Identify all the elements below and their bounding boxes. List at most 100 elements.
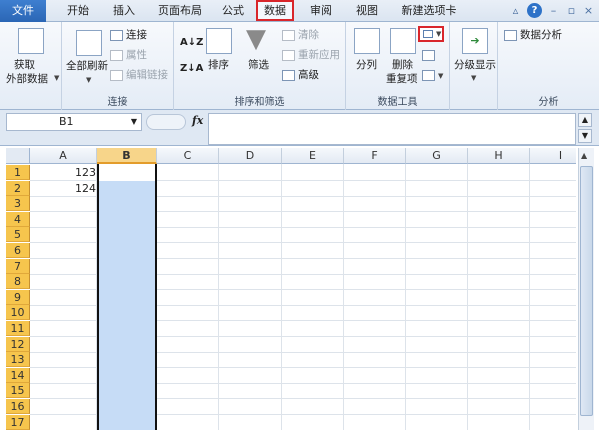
edit-links-label: 编辑链接 — [126, 69, 168, 81]
vertical-scrollbar[interactable]: ▲ — [578, 148, 594, 430]
tab-formulas[interactable]: 公式 — [214, 0, 252, 22]
refresh-all-button[interactable]: 全部刷新 — [66, 59, 108, 73]
selected-column-b[interactable] — [97, 164, 157, 430]
analysis-group-label: 分析 — [538, 97, 559, 108]
column-header-h[interactable]: H — [468, 148, 530, 164]
data-analysis-icon — [504, 29, 517, 41]
remove-duplicates-icon — [390, 28, 416, 54]
group-sort-filter: A↓Z Z↓A 排序 ▼ 筛选 清除 重新应用 高级 排序和筛选 — [174, 22, 346, 110]
column-header-i[interactable]: I — [530, 148, 576, 164]
row-header-3[interactable]: 3 — [6, 196, 30, 212]
minimize-ribbon-icon[interactable]: ▵ — [508, 3, 523, 18]
properties-icon — [110, 49, 123, 61]
worksheet-grid[interactable]: ABCDEFGHI 1 2 3 4 5 6 7 8 9 10 11 12 13 14 15 16 17 123 … — [6, 148, 576, 430]
row-header-11[interactable]: 11 — [6, 321, 30, 336]
row-header-1[interactable]: 1 — [6, 165, 30, 180]
column-header-a[interactable]: A — [30, 148, 97, 164]
column-header-f[interactable]: F — [344, 148, 406, 164]
formula-input[interactable] — [208, 113, 576, 145]
column-header-g[interactable]: G — [406, 148, 468, 164]
formula-scroll-up-icon[interactable]: ▲ — [578, 113, 592, 127]
sort-button[interactable]: 排序 — [208, 58, 229, 72]
outline-icon: ➔ — [462, 28, 488, 54]
row-header-10[interactable]: 10 — [6, 305, 30, 321]
advanced-label: 高级 — [298, 69, 319, 81]
filter-button[interactable]: 筛选 — [248, 58, 269, 72]
select-all-corner[interactable] — [6, 148, 30, 164]
what-if-button[interactable]: ▼ — [422, 68, 443, 83]
remove-duplicates-label-1[interactable]: 删除 — [392, 58, 413, 72]
remove-duplicates-label-2[interactable]: 重复项 — [386, 72, 418, 86]
insert-function-icon[interactable]: fx — [192, 114, 203, 127]
gridline-vertical — [343, 164, 344, 430]
row-header-14[interactable]: 14 — [6, 367, 30, 383]
text-to-columns-button[interactable]: 分列 — [356, 58, 377, 72]
row-header-12[interactable]: 12 — [6, 336, 30, 352]
clear-label: 清除 — [298, 29, 319, 41]
window-minimize-icon[interactable]: – — [546, 3, 561, 18]
row-header-9[interactable]: 9 — [6, 289, 30, 305]
data-validation-button[interactable]: ▼ — [418, 26, 444, 42]
tab-review[interactable]: 审阅 — [302, 0, 340, 22]
column-header-c[interactable]: C — [157, 148, 219, 164]
reapply-button[interactable]: 重新应用 — [282, 48, 340, 62]
row-header-4[interactable]: 4 — [6, 211, 30, 227]
tab-file[interactable]: 文件 — [0, 0, 46, 22]
scrollbar-thumb[interactable] — [580, 166, 593, 416]
clear-button[interactable]: 清除 — [282, 28, 319, 42]
connections-label: 连接 — [126, 29, 147, 41]
properties-button[interactable]: 属性 — [110, 48, 147, 62]
chevron-down-icon[interactable]: ▼ — [471, 74, 476, 82]
tab-insert[interactable]: 插入 — [104, 0, 144, 22]
edit-links-icon — [110, 69, 123, 81]
row-header-13[interactable]: 13 — [6, 352, 30, 368]
column-header-d[interactable]: D — [219, 148, 282, 164]
outline-button[interactable]: 分级显示 — [454, 58, 496, 72]
window-restore-icon[interactable]: ▫ — [564, 3, 579, 18]
properties-label: 属性 — [126, 49, 147, 61]
tab-data[interactable]: 数据 — [256, 0, 294, 21]
advanced-filter-button[interactable]: 高级 — [282, 68, 319, 82]
help-icon[interactable]: ? — [527, 3, 542, 18]
row-header-16[interactable]: 16 — [6, 399, 30, 414]
row-header-17[interactable]: 17 — [6, 414, 30, 430]
get-external-label-1[interactable]: 获取 — [14, 58, 35, 72]
gridline-vertical — [405, 164, 406, 430]
data-analysis-button[interactable]: 数据分析 — [504, 28, 562, 42]
chevron-down-icon[interactable]: ▼ — [86, 76, 91, 84]
consolidate-button[interactable] — [422, 48, 438, 62]
active-cell-b1[interactable] — [99, 164, 155, 181]
group-get-external-data: 获取 外部数据 ▼ — [0, 22, 62, 110]
data-validation-icon — [423, 30, 433, 38]
row-header-2[interactable]: 2 — [6, 180, 30, 196]
tab-view[interactable]: 视图 — [348, 0, 386, 22]
row-header-5[interactable]: 5 — [6, 227, 30, 243]
formula-scroll-down-icon[interactable]: ▼ — [578, 129, 592, 143]
sort-descending-icon[interactable]: Z↓A — [180, 62, 203, 76]
data-analysis-label: 数据分析 — [520, 29, 562, 41]
column-header-e[interactable]: E — [282, 148, 344, 164]
tab-page-layout[interactable]: 页面布局 — [150, 0, 210, 22]
gridline-vertical — [467, 164, 468, 430]
formula-bar-expand-handle[interactable] — [146, 114, 186, 130]
scroll-up-icon[interactable]: ▲ — [581, 151, 587, 160]
tab-home[interactable]: 开始 — [58, 0, 98, 22]
row-header-6[interactable]: 6 — [6, 243, 30, 258]
cell-a1[interactable]: 123 — [36, 165, 96, 180]
row-header-7[interactable]: 7 — [6, 258, 30, 274]
filter-funnel-icon: ▼ — [246, 24, 266, 54]
reapply-label: 重新应用 — [298, 49, 340, 61]
window-close-icon[interactable]: × — [581, 3, 596, 18]
column-header-b[interactable]: B — [97, 148, 157, 164]
connections-button[interactable]: 连接 — [110, 28, 147, 42]
name-box[interactable]: B1 ▼ — [6, 113, 142, 131]
chevron-down-icon[interactable]: ▼ — [131, 114, 137, 130]
row-header-8[interactable]: 8 — [6, 274, 30, 290]
get-external-label-2[interactable]: 外部数据 — [6, 72, 48, 86]
row-header-15[interactable]: 15 — [6, 383, 30, 399]
chevron-down-icon[interactable]: ▼ — [54, 74, 59, 82]
sort-ascending-icon[interactable]: A↓Z — [180, 36, 203, 50]
cell-a2[interactable]: 124 — [36, 181, 96, 196]
edit-links-button[interactable]: 编辑链接 — [110, 68, 168, 82]
tab-new-tab[interactable]: 新建选项卡 — [394, 0, 464, 22]
